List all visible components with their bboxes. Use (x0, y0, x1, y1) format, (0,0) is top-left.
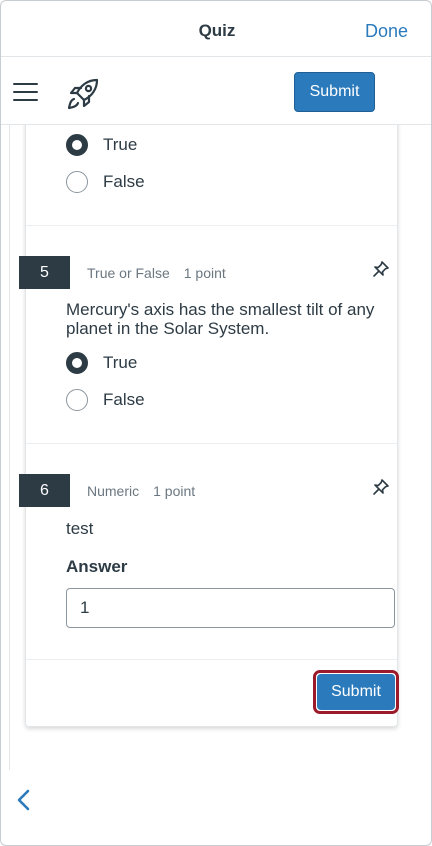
navigation-bar: Quiz Done (1, 1, 431, 57)
footer-submit-label: Submit (317, 674, 395, 710)
answer-label: Answer (66, 557, 128, 576)
question-number-badge: 6 (19, 474, 70, 507)
radio-unselected[interactable] (66, 389, 88, 411)
option-label: False (103, 172, 145, 191)
question-points: 1 point (183, 265, 226, 281)
radio-selected[interactable] (66, 352, 88, 374)
done-button[interactable]: Done (365, 21, 408, 42)
question-type: True or False (87, 265, 170, 281)
rocket-icon (67, 78, 99, 110)
chevron-left-icon[interactable] (16, 788, 32, 812)
answer-input[interactable] (66, 588, 395, 628)
option-label: False (103, 390, 145, 409)
question-meta: Numeric 1 point (87, 483, 195, 499)
submit-button[interactable]: Submit (294, 72, 375, 112)
footer-submit-button[interactable]: Submit (313, 670, 399, 714)
divider (26, 443, 397, 444)
divider (26, 225, 397, 226)
questions-card: True False 5 True or False 1 point Mercur… (19, 125, 399, 727)
question-type: Numeric (87, 483, 140, 499)
app-frame: Quiz Done Submit True False 5 True or Fa… (0, 0, 432, 846)
option-label: True (103, 353, 138, 372)
divider (26, 659, 397, 660)
question-number-badge: 5 (19, 256, 70, 289)
hamburger-menu-icon[interactable] (13, 83, 38, 101)
pin-icon[interactable] (372, 478, 390, 496)
pin-icon[interactable] (372, 260, 390, 278)
quiz-content[interactable]: True False 5 True or False 1 point Mercur… (9, 125, 425, 770)
question-points: 1 point (153, 483, 196, 499)
question-text: Mercury's axis has the smallest tilt of … (66, 300, 375, 338)
quiz-toolbar: Submit (1, 57, 431, 125)
question-text: test (66, 519, 94, 538)
radio-selected[interactable] (66, 134, 88, 156)
question-meta: True or False 1 point (87, 265, 226, 281)
option-label: True (103, 135, 138, 154)
radio-unselected[interactable] (66, 171, 88, 193)
